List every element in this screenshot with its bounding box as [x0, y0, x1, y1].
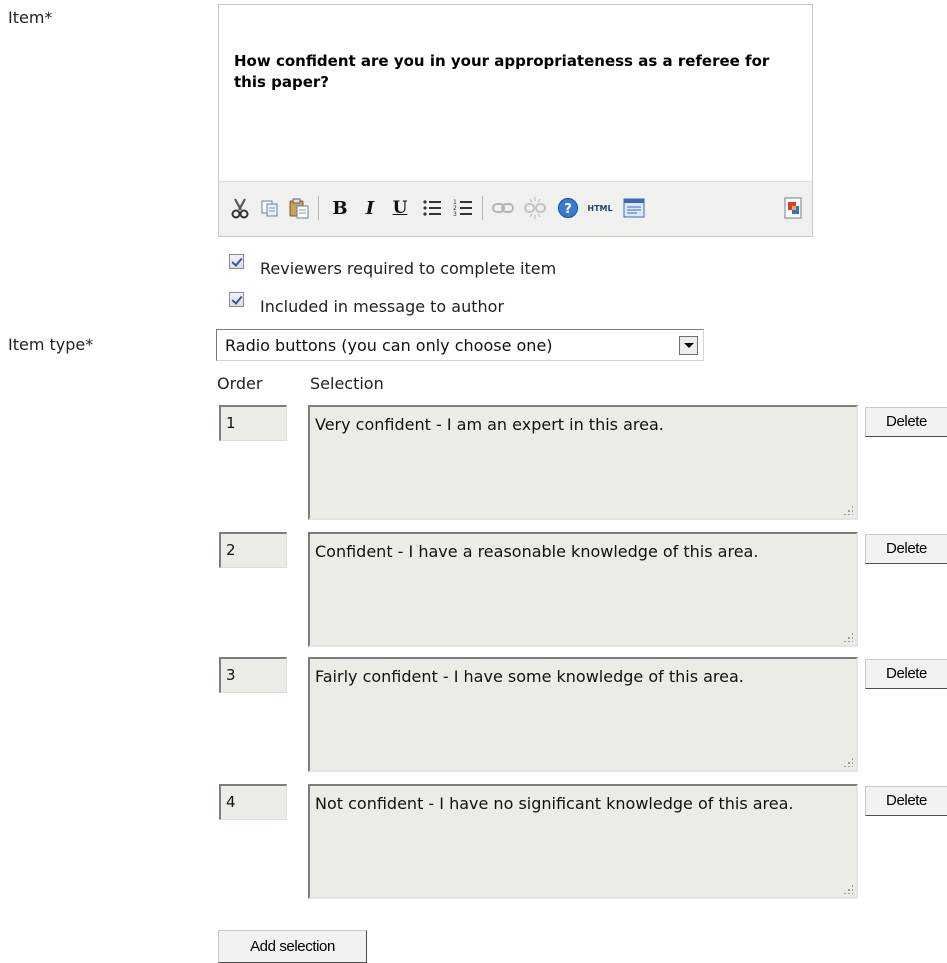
bold-icon[interactable]: B	[327, 195, 353, 221]
order-input[interactable]: 4	[219, 784, 287, 820]
chevron-down-icon[interactable]	[679, 336, 698, 355]
paste-word-icon[interactable]	[780, 195, 806, 221]
editor-toolbar: B I U 123 ? HTML	[219, 181, 812, 236]
reviewers-required-checkbox[interactable]	[229, 254, 244, 269]
editor-content-area[interactable]: How confident are you in your appropriat…	[219, 5, 812, 183]
add-selection-button[interactable]: Add selection	[218, 930, 367, 963]
included-in-message-label: Included in message to author	[260, 297, 505, 316]
resize-grip-icon[interactable]	[843, 757, 853, 767]
order-column-header: Order	[217, 374, 263, 393]
item-type-select[interactable]: Radio buttons (you can only choose one)	[216, 329, 704, 361]
copy-icon[interactable]	[257, 195, 283, 221]
included-in-message-checkbox[interactable]	[229, 292, 244, 307]
reviewers-required-label: Reviewers required to complete item	[260, 259, 557, 278]
cut-icon[interactable]	[227, 195, 253, 221]
selection-textarea[interactable]: Not confident - I have no significant kn…	[308, 784, 858, 899]
resize-grip-icon[interactable]	[843, 632, 853, 642]
numbered-list-icon[interactable]: 123	[450, 195, 476, 221]
toolbar-separator	[318, 196, 319, 220]
item-type-value: Radio buttons (you can only choose one)	[225, 336, 553, 355]
delete-button[interactable]: Delete	[865, 534, 947, 564]
svg-text:?: ?	[564, 202, 572, 217]
item-type-label: Item type*	[8, 335, 94, 354]
order-input[interactable]: 2	[219, 532, 287, 568]
selection-textarea[interactable]: Fairly confident - I have some knowledge…	[308, 657, 858, 772]
item-label: Item*	[8, 8, 53, 27]
html-icon[interactable]: HTML	[584, 195, 616, 221]
svg-text:HTML: HTML	[587, 204, 612, 213]
order-input[interactable]: 3	[219, 657, 287, 693]
italic-icon[interactable]: I	[357, 195, 383, 221]
bullet-list-icon[interactable]	[419, 195, 445, 221]
resize-grip-icon[interactable]	[843, 505, 853, 515]
svg-text:3: 3	[453, 211, 457, 218]
resize-grip-icon[interactable]	[843, 884, 853, 894]
selection-textarea[interactable]: Very confident - I am an expert in this …	[308, 405, 858, 520]
underline-icon[interactable]: U	[387, 195, 413, 221]
selection-column-header: Selection	[310, 374, 384, 393]
code-icon[interactable]	[621, 195, 647, 221]
paste-icon[interactable]	[286, 195, 312, 221]
unlink-icon[interactable]	[522, 195, 548, 221]
order-input[interactable]: 1	[219, 405, 287, 441]
delete-button[interactable]: Delete	[865, 786, 947, 816]
item-question-text: How confident are you in your appropriat…	[234, 52, 770, 91]
help-icon[interactable]: ?	[555, 195, 581, 221]
toolbar-separator	[482, 196, 483, 220]
item-editor: How confident are you in your appropriat…	[218, 4, 813, 237]
selection-textarea[interactable]: Confident - I have a reasonable knowledg…	[308, 532, 858, 647]
link-icon[interactable]	[490, 195, 516, 221]
delete-button[interactable]: Delete	[865, 659, 947, 689]
delete-button[interactable]: Delete	[865, 407, 947, 437]
